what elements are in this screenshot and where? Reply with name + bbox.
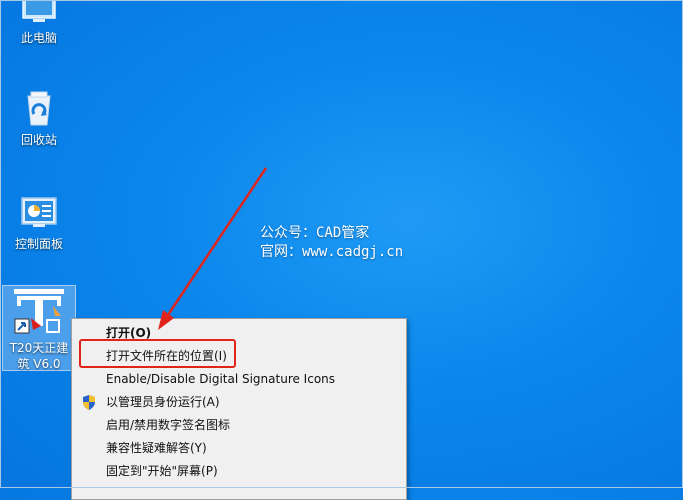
annotation-arrow [158,167,268,330]
